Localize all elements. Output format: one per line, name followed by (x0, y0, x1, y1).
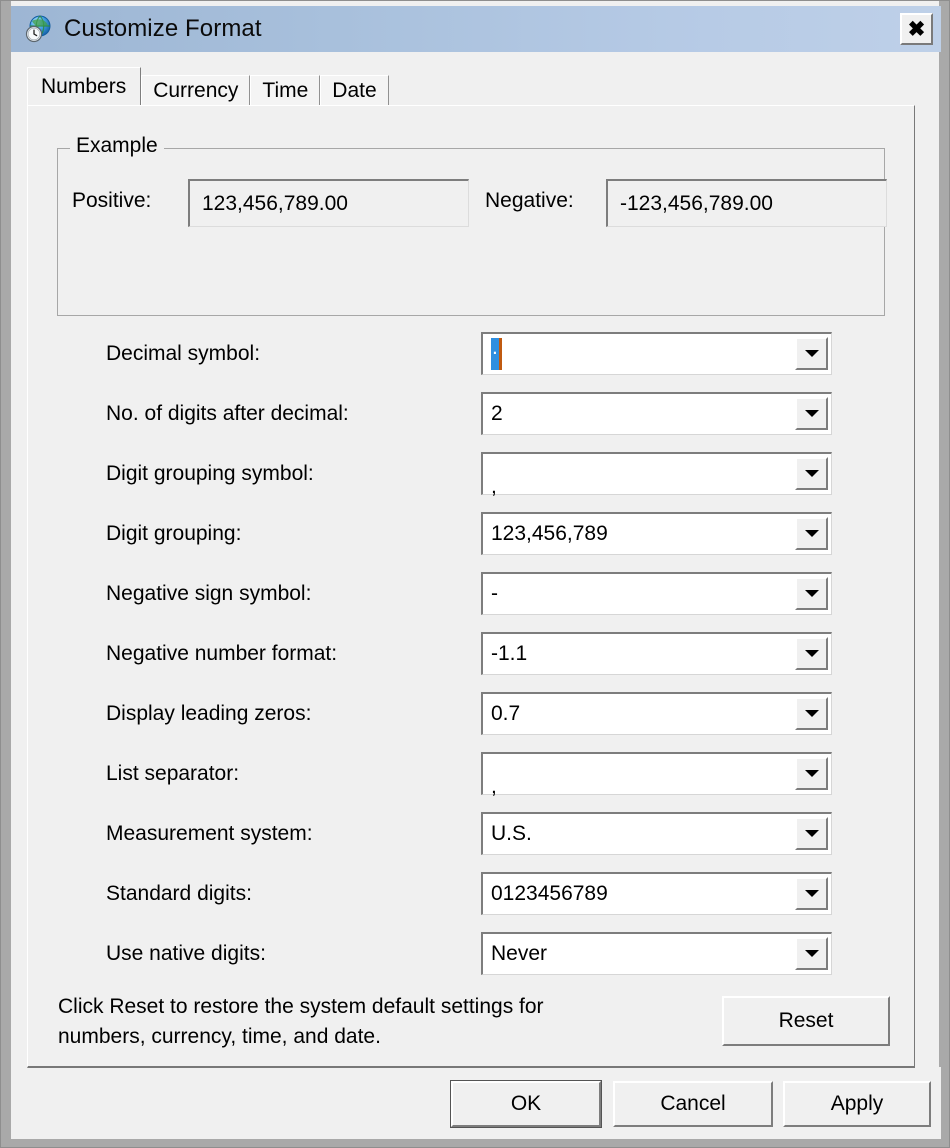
settings-rows: Decimal symbol: . No. of digits after de… (28, 328, 914, 988)
chevron-down-icon[interactable] (795, 457, 828, 490)
combo-decimal-symbol-value: . (491, 334, 789, 374)
combo-decimal-symbol[interactable]: . (481, 332, 832, 375)
label-digit-grouping: Digit grouping: (106, 522, 242, 545)
row-standard-digits: Standard digits: 0123456789 (28, 868, 914, 928)
tab-numbers[interactable]: Numbers (27, 67, 142, 105)
label-digit-grouping-symbol: Digit grouping symbol: (106, 462, 314, 485)
chevron-down-icon[interactable] (795, 517, 828, 550)
dialog-window: Customize Format ✖ Numbers Currency Time… (0, 0, 950, 1148)
ok-button[interactable]: OK (450, 1080, 602, 1128)
row-digit-grouping: Digit grouping: 123,456,789 (28, 508, 914, 568)
combo-negative-sign-symbol-value: - (491, 582, 498, 605)
row-negative-number-format: Negative number format: -1.1 (28, 628, 914, 688)
reset-button[interactable]: Reset (722, 996, 890, 1046)
label-use-native-digits: Use native digits: (106, 942, 266, 965)
positive-label: Positive: (72, 189, 152, 212)
tab-currency[interactable]: Currency (141, 75, 251, 105)
row-display-leading-zeros: Display leading zeros: 0.7 (28, 688, 914, 748)
combo-digit-grouping-symbol[interactable]: , (481, 452, 832, 496)
close-button[interactable]: ✖ (900, 13, 933, 45)
combo-list-separator[interactable]: , (481, 752, 832, 796)
chevron-down-icon[interactable] (795, 757, 828, 790)
positive-example-field: 123,456,789.00 (188, 179, 469, 227)
label-list-separator: List separator: (106, 762, 240, 785)
globe-clock-icon (23, 14, 53, 44)
reset-block: Click Reset to restore the system defaul… (28, 988, 914, 1068)
chevron-down-icon[interactable] (795, 817, 828, 850)
label-negative-number-format: Negative number format: (106, 642, 338, 665)
combo-negative-number-format-value: -1.1 (491, 642, 528, 665)
combo-negative-number-format[interactable]: -1.1 (481, 632, 832, 675)
selected-text-highlight: . (491, 337, 499, 370)
row-digit-grouping-symbol: Digit grouping symbol: , (28, 448, 914, 508)
combo-list-separator-value: , (491, 774, 497, 796)
row-measurement-system: Measurement system: U.S. (28, 808, 914, 868)
combo-measurement-system-value: U.S. (491, 822, 532, 845)
example-row: Positive: 123,456,789.00 Negative: -123,… (58, 179, 887, 229)
chevron-down-icon[interactable] (795, 397, 828, 430)
row-list-separator: List separator: , (28, 748, 914, 808)
row-negative-sign-symbol: Negative sign symbol: - (28, 568, 914, 628)
tab-numbers-label: Numbers (41, 74, 127, 98)
apply-button[interactable]: Apply (783, 1081, 931, 1127)
combo-digits-after-decimal[interactable]: 2 (481, 392, 832, 435)
label-standard-digits: Standard digits: (106, 882, 252, 905)
combo-display-leading-zeros[interactable]: 0.7 (481, 692, 832, 735)
label-measurement-system: Measurement system: (106, 822, 313, 845)
example-legend: Example (70, 134, 164, 158)
window-title: Customize Format (64, 15, 262, 42)
reset-description-line1: Click Reset to restore the system defaul… (58, 995, 544, 1018)
cancel-button[interactable]: Cancel (613, 1081, 773, 1127)
tab-panel-numbers: Example Positive: 123,456,789.00 Negativ… (27, 105, 915, 1068)
combo-digit-grouping-symbol-value: , (491, 474, 497, 496)
combo-negative-sign-symbol[interactable]: - (481, 572, 832, 615)
label-display-leading-zeros: Display leading zeros: (106, 702, 312, 725)
combo-display-leading-zeros-value: 0.7 (491, 702, 521, 725)
chevron-down-icon[interactable] (795, 577, 828, 610)
row-use-native-digits: Use native digits: Never (28, 928, 914, 988)
tab-currency-label: Currency (153, 78, 239, 102)
chevron-down-icon[interactable] (795, 697, 828, 730)
combo-digit-grouping[interactable]: 123,456,789 (481, 512, 832, 555)
tab-time[interactable]: Time (250, 75, 321, 105)
chevron-down-icon[interactable] (795, 637, 828, 670)
combo-use-native-digits-value: Never (491, 942, 548, 965)
tab-date[interactable]: Date (320, 75, 389, 105)
row-digits-after-decimal: No. of digits after decimal: 2 (28, 388, 914, 448)
label-digits-after-decimal: No. of digits after decimal: (106, 402, 349, 425)
label-negative-sign-symbol: Negative sign symbol: (106, 582, 312, 605)
combo-digit-grouping-value: 123,456,789 (491, 522, 608, 545)
titlebar: Customize Format ✖ (11, 6, 941, 52)
tab-strip: Numbers Currency Time Date (27, 67, 389, 105)
example-groupbox: Example Positive: 123,456,789.00 Negativ… (57, 134, 887, 316)
chevron-down-icon[interactable] (795, 877, 828, 910)
reset-description: Click Reset to restore the system defaul… (58, 992, 658, 1052)
text-caret (498, 338, 502, 370)
combo-use-native-digits[interactable]: Never (481, 932, 832, 975)
row-decimal-symbol: Decimal symbol: . (28, 328, 914, 388)
reset-description-line2: numbers, currency, time, and date. (58, 1024, 381, 1048)
tab-date-label: Date (332, 78, 377, 102)
combo-standard-digits-value: 0123456789 (491, 882, 608, 905)
combo-measurement-system[interactable]: U.S. (481, 812, 832, 855)
chevron-down-icon[interactable] (795, 937, 828, 970)
dialog-button-bar: OK Cancel Apply (11, 1067, 941, 1139)
tab-time-label: Time (262, 78, 309, 102)
chevron-down-icon[interactable] (795, 337, 828, 370)
negative-example-field: -123,456,789.00 (606, 179, 887, 227)
negative-label: Negative: (485, 189, 574, 212)
label-decimal-symbol: Decimal symbol: (106, 342, 261, 365)
combo-digits-after-decimal-value: 2 (491, 402, 503, 425)
close-icon: ✖ (907, 17, 926, 41)
combo-standard-digits[interactable]: 0123456789 (481, 872, 832, 915)
